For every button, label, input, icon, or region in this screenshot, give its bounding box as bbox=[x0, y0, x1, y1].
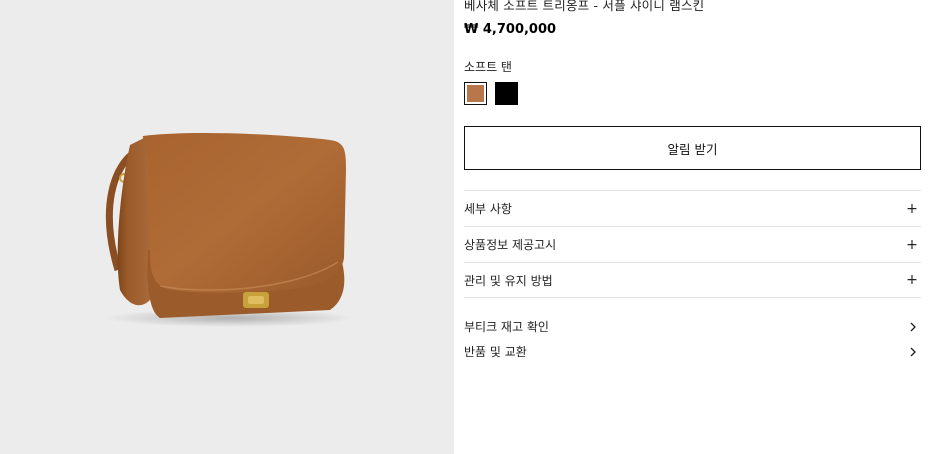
product-accordion: 세부 사항 + 상품정보 제공고시 + 관리 및 유지 방법 + bbox=[464, 190, 921, 298]
bag-illustration bbox=[105, 133, 355, 327]
link-label: 부티크 재고 확인 bbox=[464, 320, 549, 334]
selected-color-label: 소프트 탠 bbox=[464, 60, 512, 74]
product-info-panel: 베사체 소프트 트리옹프 - 서플 샤이니 램스킨 ₩ 4,700,000 소프… bbox=[464, 0, 921, 454]
accordion-care[interactable]: 관리 및 유지 방법 + bbox=[464, 262, 921, 298]
product-title: 베사체 소프트 트리옹프 - 서플 샤이니 램스킨 bbox=[464, 0, 705, 13]
product-image[interactable] bbox=[0, 0, 454, 454]
accordion-label: 세부 사항 bbox=[464, 202, 512, 216]
color-swatch-tan[interactable] bbox=[464, 82, 487, 105]
plus-icon: + bbox=[906, 272, 918, 288]
swatch-fill bbox=[467, 85, 484, 102]
chevron-right-icon bbox=[910, 347, 916, 356]
link-returns[interactable]: 반품 및 교환 bbox=[464, 339, 921, 364]
plus-icon: + bbox=[906, 236, 918, 253]
accordion-label: 관리 및 유지 방법 bbox=[464, 273, 553, 288]
chevron-right-icon bbox=[910, 322, 916, 331]
product-price: ₩ 4,700,000 bbox=[464, 22, 557, 37]
link-boutique-stock[interactable]: 부티크 재고 확인 bbox=[464, 314, 921, 339]
accordion-label: 상품정보 제공고시 bbox=[464, 238, 557, 252]
notify-me-button[interactable]: 알림 받기 bbox=[464, 126, 921, 170]
plus-icon: + bbox=[906, 200, 918, 217]
accordion-details[interactable]: 세부 사항 + bbox=[464, 190, 921, 226]
link-label: 반품 및 교환 bbox=[464, 345, 527, 359]
product-page: 베사체 소프트 트리옹프 - 서플 샤이니 램스킨 ₩ 4,700,000 소프… bbox=[0, 0, 943, 454]
product-links: 부티크 재고 확인 반품 및 교환 bbox=[464, 314, 921, 364]
accordion-product-info[interactable]: 상품정보 제공고시 + bbox=[464, 226, 921, 262]
swatch-fill bbox=[495, 82, 518, 105]
color-swatch-black[interactable] bbox=[495, 82, 518, 105]
